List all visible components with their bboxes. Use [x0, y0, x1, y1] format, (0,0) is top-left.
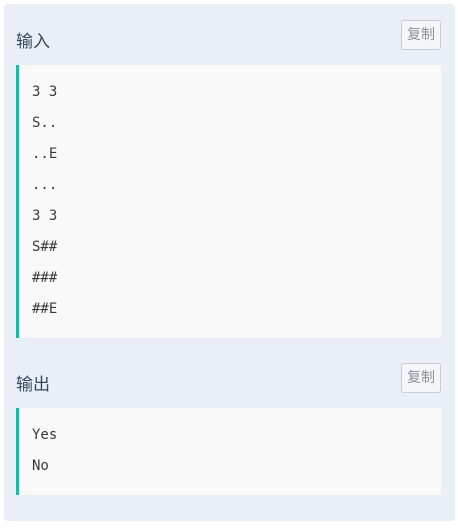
input-section-header: 输入 复制: [16, 20, 441, 54]
output-code-block: Yes No: [16, 408, 441, 495]
input-line: ...: [32, 177, 58, 193]
output-line: No: [32, 458, 49, 474]
input-line: 3 3: [32, 208, 58, 224]
input-line: S..: [32, 115, 58, 131]
input-line: S##: [32, 239, 58, 255]
output-section-header: 输出 复制: [16, 363, 441, 397]
copy-output-button[interactable]: 复制: [401, 363, 441, 393]
input-line: ##E: [32, 301, 58, 317]
input-section-title: 输入: [16, 32, 50, 52]
input-line: ###: [32, 270, 58, 286]
input-code-block: 3 3 S.. ..E ... 3 3 S## ### ##E: [16, 65, 441, 338]
input-line: 3 3: [32, 84, 58, 100]
sample-io-panel: 输入 复制 3 3 S.. ..E ... 3 3 S## ### ##E 输出…: [4, 4, 455, 521]
copy-input-button[interactable]: 复制: [401, 20, 441, 50]
input-line: ..E: [32, 146, 58, 162]
output-line: Yes: [32, 427, 58, 443]
output-section-title: 输出: [16, 375, 50, 395]
